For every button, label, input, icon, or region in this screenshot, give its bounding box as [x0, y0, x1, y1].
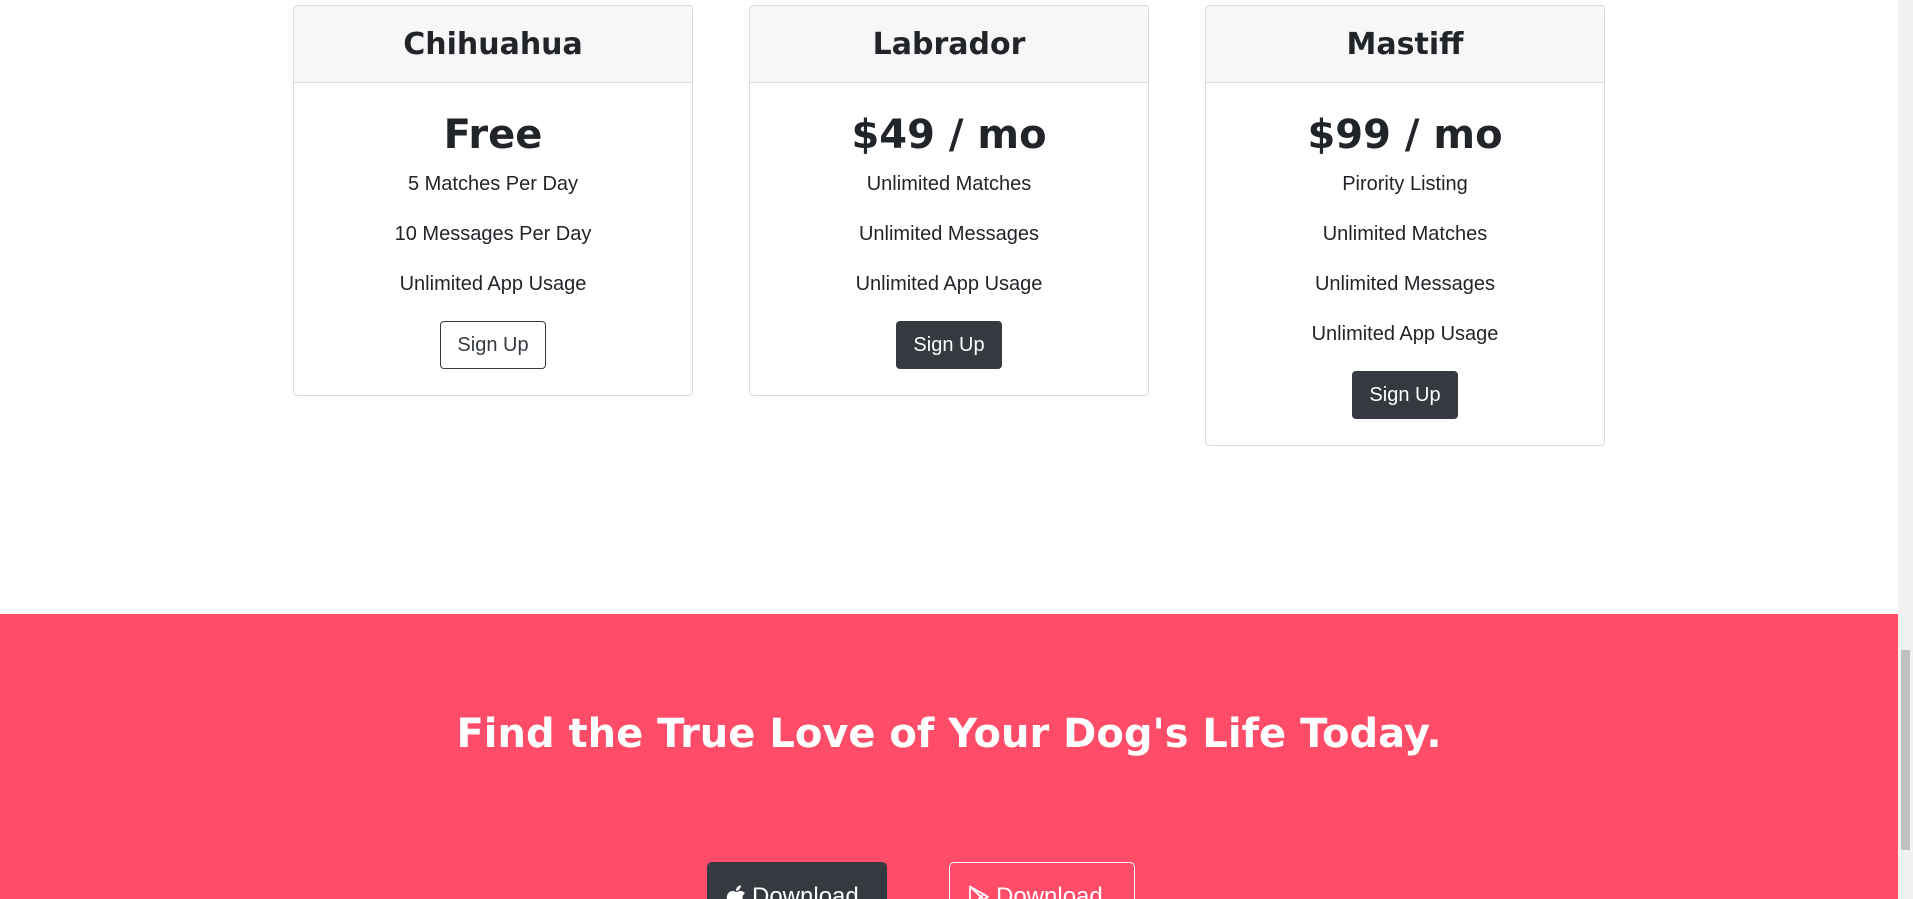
- feature-item: Unlimited App Usage: [399, 273, 587, 295]
- pricing-card-mastiff: Mastiff $99 / mo Pirority Listing Unlimi…: [1205, 5, 1605, 446]
- plan-name: Chihuahua: [403, 26, 583, 62]
- pricing-section: Chihuahua Free 5 Matches Per Day 10 Mess…: [0, 0, 1898, 614]
- feature-item: Unlimited Messages: [858, 223, 1040, 245]
- card-body: Free 5 Matches Per Day 10 Messages Per D…: [294, 83, 692, 395]
- card-body: $99 / mo Pirority Listing Unlimited Matc…: [1206, 83, 1604, 445]
- plan-name: Mastiff: [1346, 26, 1464, 62]
- page: Chihuahua Free 5 Matches Per Day 10 Mess…: [0, 0, 1913, 899]
- feature-item: Unlimited Matches: [866, 173, 1032, 195]
- feature-list: Pirority Listing Unlimited Matches Unlim…: [1226, 171, 1584, 347]
- google-download-label: Download: [996, 883, 1103, 899]
- plan-name: Labrador: [872, 26, 1026, 62]
- card-header: Chihuahua: [294, 6, 692, 83]
- page-scrollbar[interactable]: [1898, 0, 1913, 899]
- feature-list: Unlimited Matches Unlimited Messages Unl…: [770, 171, 1128, 297]
- feature-item: Unlimited App Usage: [1311, 323, 1499, 345]
- apple-icon: [726, 863, 746, 899]
- card-header: Mastiff: [1206, 6, 1604, 83]
- sign-up-button-chihuahua[interactable]: Sign Up: [440, 321, 546, 369]
- feature-list: 5 Matches Per Day 10 Messages Per Day Un…: [314, 171, 672, 297]
- sign-up-button-labrador[interactable]: Sign Up: [896, 321, 1002, 369]
- cta-heading: Find the True Love of Your Dog's Life To…: [456, 711, 1442, 757]
- pricing-card-chihuahua: Chihuahua Free 5 Matches Per Day 10 Mess…: [293, 5, 693, 396]
- card-body: $49 / mo Unlimited Matches Unlimited Mes…: [750, 83, 1148, 395]
- plan-price: Free: [443, 112, 543, 158]
- card-header: Labrador: [750, 6, 1148, 83]
- sign-up-button-mastiff[interactable]: Sign Up: [1352, 371, 1458, 419]
- plan-price: $99 / mo: [1307, 112, 1503, 158]
- google-play-icon: [968, 863, 990, 899]
- pricing-card-labrador: Labrador $49 / mo Unlimited Matches Unli…: [749, 5, 1149, 396]
- feature-item: Unlimited Matches: [1322, 223, 1488, 245]
- main-area: Chihuahua Free 5 Matches Per Day 10 Mess…: [0, 0, 1898, 899]
- feature-item: Pirority Listing: [1342, 173, 1468, 195]
- feature-item: 10 Messages Per Day: [394, 223, 592, 245]
- feature-item: Unlimited App Usage: [855, 273, 1043, 295]
- apple-download-label: Download: [752, 883, 859, 899]
- feature-item: 5 Matches Per Day: [407, 173, 579, 195]
- google-play-download-button[interactable]: Download: [949, 862, 1135, 899]
- cta-section: Find the True Love of Your Dog's Life To…: [0, 614, 1898, 899]
- feature-item: Unlimited Messages: [1314, 273, 1496, 295]
- apple-download-button[interactable]: Download: [707, 862, 887, 899]
- scrollbar-thumb[interactable]: [1901, 650, 1910, 850]
- plan-price: $49 / mo: [851, 112, 1047, 158]
